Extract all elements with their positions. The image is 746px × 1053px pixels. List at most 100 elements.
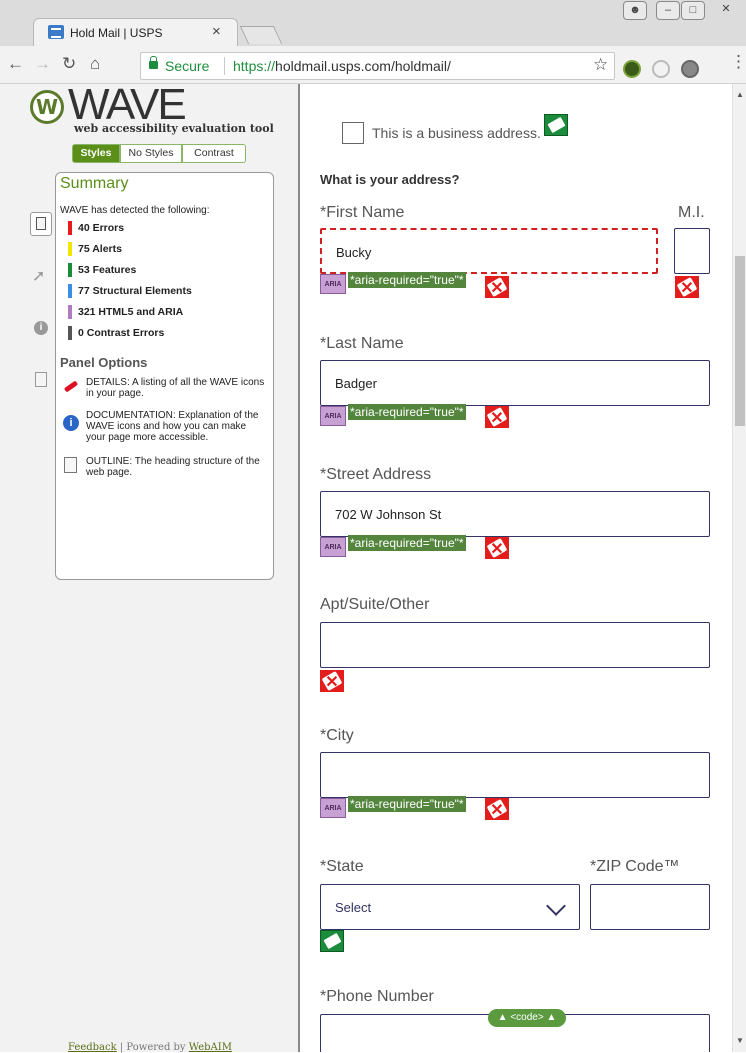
reload-icon[interactable]: ↻ [62,54,76,74]
first-name-label: *First Name [320,204,405,221]
summary-stat: 77 Structural Elements [68,284,192,298]
lock-icon [149,56,158,69]
state-label: *State [320,858,364,875]
wave-footer: Feedback | Powered by WebAIM [0,1042,300,1053]
details-tab-icon[interactable]: ➚ [32,266,50,285]
browser-tab[interactable]: Hold Mail | USPS × [33,18,238,46]
last-name-label: *Last Name [320,335,404,352]
address-bar[interactable]: Secure https://holdmail.usps.com/holdmai… [140,52,615,80]
wave-title: WAVE [68,80,187,129]
minimize-button[interactable]: – [656,1,680,20]
summary-stat: 0 Contrast Errors [68,326,164,340]
panel-options-title: Panel Options [60,355,148,370]
details-icon [63,378,79,394]
browser-chrome: Hold Mail | USPS × ☻ – □ ✕ ← → ↻ ⌂ Secur… [0,0,746,84]
summary-stat: 53 Features [68,263,136,277]
street-address-label: *Street Address [320,466,432,483]
url-host: holdmail.usps.com/holdmail/ [275,58,451,74]
state-select-value: Select [335,900,372,915]
business-address-label: This is a business address. [372,125,541,141]
home-icon[interactable]: ⌂ [90,54,100,74]
url-text: https://holdmail.usps.com/holdmail/ [233,58,451,74]
wave-error-icon[interactable] [320,670,344,692]
zip-code-label: *ZIP Code™ [590,858,680,875]
last-name-input[interactable]: Badger [320,360,710,406]
aria-icon[interactable]: ARIA [320,406,346,426]
summary-stat: 321 HTML5 and ARIA [68,305,183,319]
scroll-down-icon[interactable]: ▼ [736,1036,744,1045]
documentation-tab-icon[interactable]: i [34,321,48,335]
extension-icon[interactable] [652,60,670,78]
profile-icon[interactable]: ☻ [623,1,647,20]
code-toggle-button[interactable]: ▲ <code> ▲ [488,1009,566,1027]
apt-suite-input[interactable] [320,622,710,668]
outline-option-text: OUTLINE: The heading structure of the we… [86,456,260,478]
no-styles-toggle[interactable]: No Styles [120,144,182,163]
scroll-up-icon[interactable]: ▲ [736,90,744,99]
chevron-down-icon [546,896,566,916]
powered-by-text: Powered by [126,1042,189,1053]
wave-feature-icon[interactable] [544,114,568,136]
wave-error-icon[interactable] [485,406,509,428]
bookmark-star-icon[interactable]: ☆ [593,55,608,75]
wave-extension-icon[interactable] [623,60,641,78]
close-tab-icon[interactable]: × [212,23,221,40]
aria-icon[interactable]: ARIA [320,274,346,294]
middle-initial-input[interactable] [674,228,710,274]
extension-gear-icon[interactable] [681,60,699,78]
aria-icon[interactable]: ARIA [320,798,346,818]
business-address-checkbox[interactable] [342,122,364,144]
middle-initial-label: M.I. [678,204,705,221]
aria-required-text: *aria-required="true"* [348,796,466,812]
aria-icon[interactable]: ARIA [320,537,346,557]
outline-icon [64,457,77,473]
secure-label: Secure [165,58,210,74]
street-address-value: 702 W Johnson St [335,507,442,522]
info-icon: i [63,415,79,431]
menu-icon[interactable]: ⋮ [730,52,746,72]
wave-panel: W WAVE web accessibility evaluation tool… [0,80,300,1053]
street-address-input[interactable]: 702 W Johnson St [320,491,710,537]
outline-tab-icon[interactable] [35,372,47,387]
maximize-button[interactable]: □ [681,1,705,20]
divider [224,57,225,75]
wave-subtitle: web accessibility evaluation tool [74,122,274,135]
apt-suite-label: Apt/Suite/Other [320,596,430,613]
documentation-option-text: DOCUMENTATION: Explanation of the WAVE i… [86,410,259,443]
city-input[interactable] [320,752,710,798]
new-tab-button[interactable] [239,26,283,44]
summary-tab-icon[interactable] [30,212,52,236]
feedback-link[interactable]: Feedback [68,1042,117,1053]
summary-panel: Summary WAVE has detected the following:… [55,172,274,580]
first-name-input[interactable]: Bucky [320,228,658,274]
wave-error-icon[interactable] [675,276,699,298]
forward-icon[interactable]: → [34,54,51,74]
back-icon[interactable]: ← [7,54,24,74]
first-name-value: Bucky [336,245,372,260]
tab-strip: Hold Mail | USPS × ☻ – □ ✕ [0,0,746,46]
webaim-link[interactable]: WebAIM [189,1042,232,1053]
wave-error-icon[interactable] [485,537,509,559]
usps-favicon-icon [48,25,64,39]
wave-logo-icon: W [30,90,64,124]
state-select[interactable]: Select [320,884,580,930]
details-option-text: DETAILS: A listing of all the WAVE icons… [86,377,265,399]
detected-text: WAVE has detected the following: [60,205,210,216]
contrast-toggle[interactable]: Contrast [182,144,246,163]
summary-stat: 75 Alerts [68,242,122,256]
summary-stat: 40 Errors [68,221,124,235]
wave-feature-icon[interactable] [320,930,344,952]
url-scheme: https:// [233,58,276,74]
browser-toolbar: ← → ↻ ⌂ Secure https://holdmail.usps.com… [0,46,746,84]
footer-separator: | [116,1042,127,1053]
wave-error-icon[interactable] [485,276,509,298]
page-scrollbar[interactable]: ▲ ▼ [732,84,746,1052]
wave-error-icon[interactable] [485,798,509,820]
aria-required-text: *aria-required="true"* [348,404,466,420]
close-window-button[interactable]: ✕ [714,1,738,20]
aria-required-text: *aria-required="true"* [348,535,466,551]
last-name-value: Badger [335,376,377,391]
styles-toggle[interactable]: Styles [72,144,120,163]
zip-code-input[interactable] [590,884,710,930]
scrollbar-thumb[interactable] [735,256,745,426]
